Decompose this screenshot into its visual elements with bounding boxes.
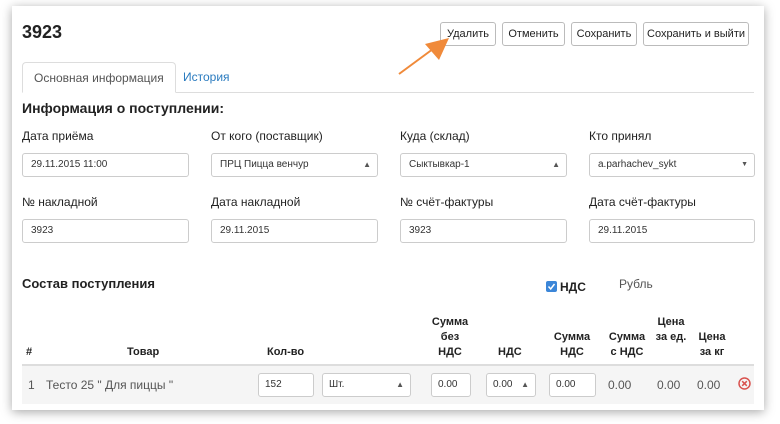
col-sum-with-vat-header: Сумма с НДС: [608, 331, 646, 358]
tab-main-info[interactable]: Основная информация: [22, 62, 176, 93]
qty-value: 152: [265, 379, 282, 390]
currency-label[interactable]: Рубль: [619, 277, 653, 291]
annotation-arrow-icon: [398, 38, 449, 75]
up-down-caret-icon: ▲: [521, 380, 529, 389]
save-and-exit-button[interactable]: Сохранить и выйти: [643, 22, 749, 46]
vat-invoice-no-input[interactable]: 3923: [400, 219, 567, 243]
table-row: 1 Тесто 25 " Для пиццы " 152 Шт. ▲ 0.00 …: [22, 364, 754, 404]
warehouse-select[interactable]: Сыктывкар-1 ▲: [400, 153, 567, 177]
check-icon: [547, 283, 556, 291]
remove-row-icon[interactable]: [738, 377, 751, 390]
supplier-select[interactable]: ПРЦ Пицца венчур ▲: [211, 153, 378, 177]
row-product: Тесто 25 " Для пиццы ": [46, 378, 174, 392]
invoice-no-input[interactable]: 3923: [22, 219, 189, 243]
date-received-input[interactable]: 29.11.2015 11:00: [22, 153, 189, 177]
supplier-value: ПРЦ Пицца венчур: [220, 159, 309, 170]
vat-invoice-date-label: Дата счёт-фактуры: [589, 195, 696, 209]
supplier-label: От кого (поставщик): [211, 129, 323, 143]
col-sum-vat-header: Сумма НДС: [553, 331, 591, 358]
invoice-date-input[interactable]: 29.11.2015: [211, 219, 378, 243]
col-qty-header: Кол-во: [267, 346, 305, 358]
sum-no-vat-value: 0.00: [438, 379, 458, 390]
col-num-header: #: [26, 346, 33, 358]
sum-no-vat-input[interactable]: 0.00: [431, 373, 471, 397]
col-product-header: Товар: [127, 346, 160, 358]
document-panel: 3923 Удалить Отменить Сохранить Сохранит…: [12, 6, 764, 410]
warehouse-value: Сыктывкар-1: [409, 159, 470, 170]
composition-heading: Состав поступления: [22, 276, 155, 291]
vat-invoice-date-input[interactable]: 29.11.2015: [589, 219, 755, 243]
up-down-caret-icon: ▲: [396, 380, 404, 389]
invoice-no-value: 3923: [31, 225, 54, 236]
row-num: 1: [28, 378, 35, 392]
col-price-unit-header: Цена за ед.: [655, 316, 687, 343]
price-kg-value: 0.00: [697, 378, 721, 392]
vat-checkbox[interactable]: [546, 281, 557, 292]
vat-value: 0.00: [493, 379, 513, 390]
price-unit-value: 0.00: [657, 378, 681, 392]
col-sum-no-vat-header: Сумма без НДС: [431, 316, 469, 358]
sum-with-vat-value: 0.00: [608, 378, 632, 392]
received-by-value: a.parhachev_sykt: [598, 159, 677, 170]
up-down-caret-icon: ▲: [552, 160, 560, 169]
warehouse-label: Куда (склад): [400, 129, 470, 143]
invoice-date-value: 29.11.2015: [220, 225, 270, 236]
sum-vat-input[interactable]: 0.00: [549, 373, 596, 397]
info-heading: Информация о поступлении:: [22, 100, 225, 116]
up-down-caret-icon: ▲: [363, 160, 371, 169]
vat-invoice-no-label: № счёт-фактуры: [400, 195, 494, 209]
sum-vat-value: 0.00: [556, 379, 576, 390]
invoice-date-label: Дата накладной: [211, 195, 301, 209]
date-received-label: Дата приёма: [22, 129, 94, 143]
vat-select[interactable]: 0.00 ▲: [486, 373, 536, 397]
unit-select[interactable]: Шт. ▲: [322, 373, 411, 397]
vat-invoice-no-value: 3923: [409, 225, 432, 236]
invoice-no-label: № накладной: [22, 195, 98, 209]
vat-checkbox-label: НДС: [560, 280, 586, 294]
col-price-kg-header: Цена за кг: [698, 331, 726, 358]
received-by-label: Кто принял: [589, 129, 652, 143]
cancel-button[interactable]: Отменить: [502, 22, 565, 46]
qty-input[interactable]: 152: [258, 373, 314, 397]
page-title: 3923: [22, 22, 63, 42]
col-vat-header: НДС: [498, 346, 522, 358]
tab-history[interactable]: История: [182, 62, 231, 93]
date-received-value: 29.11.2015 11:00: [31, 159, 108, 170]
chevron-down-icon: ▼: [741, 161, 748, 168]
vat-invoice-date-value: 29.11.2015: [598, 225, 648, 236]
unit-value: Шт.: [329, 379, 345, 390]
received-by-select[interactable]: a.parhachev_sykt ▼: [589, 153, 755, 177]
save-button[interactable]: Сохранить: [571, 22, 637, 46]
